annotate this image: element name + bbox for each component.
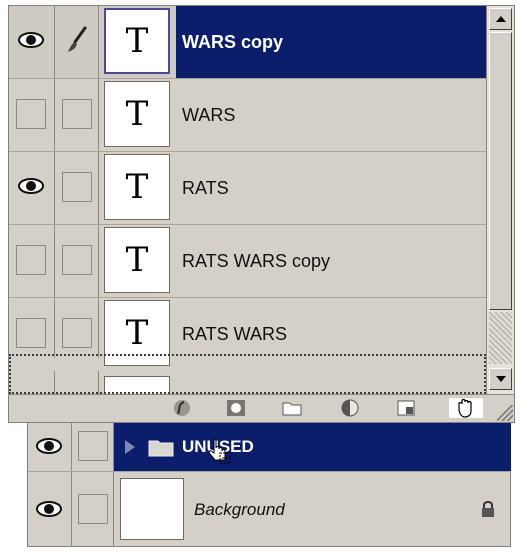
layer-set-row[interactable]: UNUSED	[28, 423, 511, 471]
visibility-toggle[interactable]	[9, 298, 55, 358]
layer-row-rats-wars-copy[interactable]: T RATS WARS copy	[9, 225, 486, 298]
link-toggle[interactable]	[55, 152, 99, 224]
layer-thumbnail[interactable]: T	[104, 227, 170, 293]
resize-grip-icon[interactable]	[497, 405, 513, 421]
layer-style-icon[interactable]	[171, 398, 193, 418]
expand-triangle-icon[interactable]	[124, 439, 136, 455]
mask-icon[interactable]	[225, 398, 247, 418]
vertical-scrollbar[interactable]	[486, 6, 514, 394]
scroll-up-button[interactable]	[489, 8, 512, 30]
scroll-down-button[interactable]	[489, 368, 512, 390]
layers-palette-lower: UNUSED Background	[27, 423, 511, 547]
layer-thumbnail[interactable]	[120, 478, 184, 540]
visibility-toggle[interactable]	[9, 225, 55, 297]
link-toggle[interactable]	[55, 79, 99, 151]
visibility-toggle[interactable]	[9, 6, 55, 78]
eye-icon	[18, 32, 44, 48]
layer-thumbnail[interactable]: T	[104, 154, 170, 220]
layer-name[interactable]: RATS WARS copy	[176, 225, 486, 297]
new-set-icon[interactable]	[281, 398, 303, 418]
layers-palette: T WARS copy T WARS T RATS T RATS WARS co…	[8, 5, 515, 423]
link-toggle[interactable]	[72, 423, 114, 471]
arrow-up-icon	[495, 16, 506, 22]
link-toggle[interactable]	[72, 472, 114, 547]
folder-icon	[148, 440, 174, 457]
visibility-toggle[interactable]	[28, 423, 72, 471]
link-toggle[interactable]	[55, 225, 99, 297]
layer-name[interactable]: WARS copy	[176, 6, 486, 78]
hand-grab-cursor-icon	[208, 439, 231, 464]
layers-toolbar	[9, 394, 514, 422]
lock-icon	[482, 501, 494, 517]
layer-set-label[interactable]: UNUSED	[114, 423, 511, 471]
visibility-toggle[interactable]	[9, 152, 55, 224]
layer-row-rats[interactable]: T RATS	[9, 152, 486, 225]
layer-name[interactable]: RATS	[176, 152, 486, 224]
link-toggle[interactable]	[55, 298, 99, 358]
layer-row-background[interactable]: Background	[28, 471, 511, 547]
arrow-down-icon	[495, 376, 506, 382]
eye-icon	[36, 438, 62, 454]
visibility-toggle[interactable]	[28, 472, 72, 547]
adjustment-layer-icon[interactable]	[339, 398, 361, 418]
layer-row-wars-copy[interactable]: T WARS copy	[9, 6, 486, 79]
layer-thumbnail[interactable]: T	[104, 81, 170, 147]
layer-row-wars[interactable]: T WARS	[9, 79, 486, 152]
drag-drop-indicator	[9, 354, 486, 394]
scrollbar-track[interactable]	[489, 312, 512, 364]
eye-icon	[18, 178, 44, 194]
layer-name[interactable]: Background	[188, 472, 511, 547]
layer-row-rats-wars[interactable]: T RATS WARS	[9, 298, 486, 366]
visibility-toggle[interactable]	[9, 79, 55, 151]
scrollbar-thumb[interactable]	[489, 32, 512, 310]
new-layer-icon[interactable]	[395, 398, 417, 418]
layer-thumbnail[interactable]: T	[104, 8, 170, 74]
link-toggle[interactable]	[55, 6, 99, 78]
hand-cursor-icon	[449, 398, 483, 418]
paintbrush-icon	[68, 26, 87, 52]
layer-name[interactable]: WARS	[176, 79, 486, 151]
eye-icon	[36, 501, 62, 517]
